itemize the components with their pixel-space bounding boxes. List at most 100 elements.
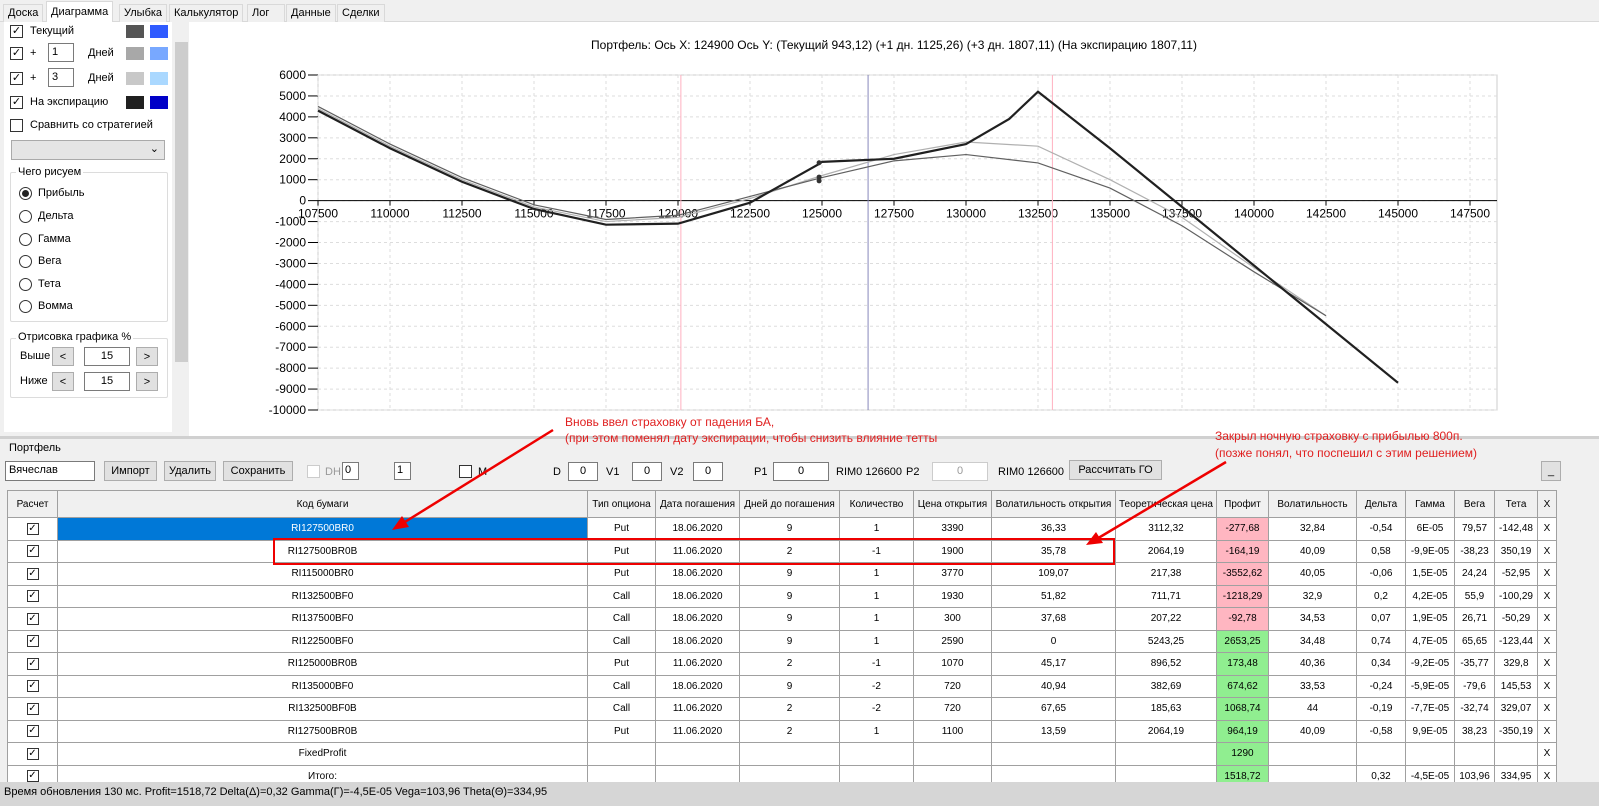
below-input[interactable]: 15: [84, 372, 130, 391]
calc-checkbox-cell[interactable]: ✓: [7, 584, 58, 608]
calc-checkbox[interactable]: ✓: [26, 612, 39, 625]
plus1-days-input[interactable]: 1: [48, 43, 74, 62]
plus3-color-swatch-2[interactable]: [150, 72, 168, 85]
current-color-swatch-2[interactable]: [150, 25, 168, 38]
remove-row-button[interactable]: X: [1537, 629, 1557, 653]
v2-input[interactable]: 0: [693, 462, 723, 481]
tab-board[interactable]: Доска: [3, 4, 44, 22]
expiry-checkbox[interactable]: ✓: [10, 96, 23, 109]
calc-checkbox[interactable]: ✓: [26, 545, 39, 558]
security-code-cell[interactable]: RI137500BF0: [57, 607, 588, 631]
tab-data[interactable]: Данные: [286, 4, 336, 22]
column-header[interactable]: Дельта: [1356, 490, 1406, 518]
m-checkbox[interactable]: [459, 465, 472, 478]
remove-row-button[interactable]: X: [1537, 607, 1557, 631]
plus3-days-input[interactable]: 3: [48, 68, 74, 87]
scrollbar-thumb[interactable]: [175, 42, 188, 362]
calc-checkbox[interactable]: ✓: [26, 725, 39, 738]
below-decrease-button[interactable]: <: [52, 372, 74, 391]
plus1-color-swatch[interactable]: [126, 47, 144, 60]
delete-button[interactable]: Удалить: [164, 461, 216, 481]
calc-checkbox-cell[interactable]: ✓: [7, 607, 58, 631]
column-header[interactable]: Расчет: [7, 490, 58, 518]
calc-checkbox[interactable]: ✓: [26, 680, 39, 693]
tab-diagram[interactable]: Диаграмма: [46, 1, 114, 23]
security-code-cell[interactable]: RI132500BF0B: [57, 697, 588, 721]
p2-input[interactable]: 0: [932, 462, 988, 481]
calc-checkbox-cell[interactable]: ✓: [7, 652, 58, 676]
current-checkbox[interactable]: ✓: [10, 25, 23, 38]
column-header[interactable]: Волатильность открытия: [991, 490, 1116, 518]
plus1-color-swatch-2[interactable]: [150, 47, 168, 60]
security-code-cell[interactable]: RI115000BR0: [57, 562, 588, 586]
tab-calculator[interactable]: Калькулятор: [169, 4, 244, 22]
table-row[interactable]: ✓ RI137500BF0 Call 18.06.2020 9 1 300 37,68 207,…: [7, 607, 1557, 631]
remove-row-button[interactable]: X: [1537, 719, 1557, 743]
calc-checkbox[interactable]: ✓: [26, 747, 39, 760]
column-header[interactable]: Профит: [1216, 490, 1269, 518]
column-header[interactable]: X: [1537, 490, 1557, 518]
calc-checkbox-cell[interactable]: ✓: [7, 719, 58, 743]
security-code-cell[interactable]: RI125000BR0B: [57, 652, 588, 676]
column-header[interactable]: Тип опциона: [587, 490, 656, 518]
calc-checkbox[interactable]: ✓: [26, 635, 39, 648]
radio-delta[interactable]: [19, 210, 32, 223]
expiry-color-swatch-2[interactable]: [150, 96, 168, 109]
table-row[interactable]: ✓ RI127500BR0B Put 11.06.2020 2 -1 1900 35,78 20…: [7, 539, 1557, 563]
remove-row-button[interactable]: X: [1537, 562, 1557, 586]
calc-checkbox[interactable]: ✓: [26, 657, 39, 670]
calc-checkbox-cell[interactable]: ✓: [7, 629, 58, 653]
column-header[interactable]: Теоретическая цена: [1115, 490, 1217, 518]
security-code-cell[interactable]: RI127500BR0B: [57, 539, 588, 563]
calculate-margin-button[interactable]: Рассчитать ГО: [1069, 460, 1162, 480]
table-row[interactable]: ✓ RI132500BF0B Call 11.06.2020 2 -2 720 67,65 18…: [7, 697, 1557, 721]
calc-checkbox-cell[interactable]: ✓: [7, 697, 58, 721]
table-row[interactable]: ✓ RI127500BR0B Put 11.06.2020 2 1 1100 13,59 206…: [7, 719, 1557, 743]
calc-checkbox-cell[interactable]: ✓: [7, 674, 58, 698]
spin1-input[interactable]: 0: [342, 462, 359, 480]
remove-row-button[interactable]: X: [1537, 652, 1557, 676]
calc-checkbox-cell[interactable]: ✓: [7, 539, 58, 563]
table-row[interactable]: ✓ RI127500BR0 Put 18.06.2020 9 1 3390 36,33 3112…: [7, 517, 1557, 541]
above-increase-button[interactable]: >: [136, 347, 158, 366]
tab-deals[interactable]: Сделки: [337, 4, 385, 22]
table-row[interactable]: ✓ RI132500BF0 Call 18.06.2020 9 1 1930 51,82 711…: [7, 584, 1557, 608]
column-header[interactable]: Цена открытия: [913, 490, 992, 518]
security-code-cell[interactable]: RI127500BR0: [57, 517, 588, 541]
calc-checkbox[interactable]: ✓: [26, 567, 39, 580]
radio-gamma[interactable]: [19, 233, 32, 246]
calc-checkbox-cell[interactable]: ✓: [7, 742, 58, 766]
radio-theta[interactable]: [19, 278, 32, 291]
import-button[interactable]: Импорт: [104, 461, 157, 481]
remove-row-button[interactable]: X: [1537, 742, 1557, 766]
spin2-input[interactable]: 1: [394, 462, 411, 480]
expiry-color-swatch[interactable]: [126, 96, 144, 109]
plus3-checkbox[interactable]: ✓: [10, 72, 23, 85]
table-row[interactable]: ✓ FixedProfit 1290 X: [7, 742, 1557, 766]
remove-row-button[interactable]: X: [1537, 697, 1557, 721]
security-code-cell[interactable]: RI127500BR0B: [57, 719, 588, 743]
column-header[interactable]: Дата погашения: [655, 490, 740, 518]
minimize-button[interactable]: _: [1541, 461, 1561, 481]
plus1-checkbox[interactable]: ✓: [10, 47, 23, 60]
radio-vega[interactable]: [19, 255, 32, 268]
column-header[interactable]: Дней до погашения: [739, 490, 840, 518]
calc-checkbox[interactable]: ✓: [26, 590, 39, 603]
account-dropdown[interactable]: Вячеслав: [5, 461, 95, 481]
below-increase-button[interactable]: >: [136, 372, 158, 391]
compare-checkbox[interactable]: [10, 119, 23, 132]
d-input[interactable]: 0: [568, 462, 598, 481]
remove-row-button[interactable]: X: [1537, 517, 1557, 541]
left-scrollbar[interactable]: [174, 22, 189, 432]
calc-checkbox-cell[interactable]: ✓: [7, 562, 58, 586]
calc-checkbox[interactable]: ✓: [26, 770, 39, 783]
table-row[interactable]: ✓ RI122500BF0 Call 18.06.2020 9 1 2590 0 5243,25…: [7, 629, 1557, 653]
column-header[interactable]: Тета: [1494, 490, 1538, 518]
column-header[interactable]: Код бумаги: [57, 490, 588, 518]
security-code-cell[interactable]: RI122500BF0: [57, 629, 588, 653]
tab-smile[interactable]: Улыбка: [119, 4, 168, 22]
column-header[interactable]: Волатильность: [1268, 490, 1357, 518]
table-row[interactable]: ✓ RI125000BR0B Put 11.06.2020 2 -1 1070 45,17 89…: [7, 652, 1557, 676]
column-header[interactable]: Вега: [1454, 490, 1495, 518]
plus3-color-swatch[interactable]: [126, 72, 144, 85]
